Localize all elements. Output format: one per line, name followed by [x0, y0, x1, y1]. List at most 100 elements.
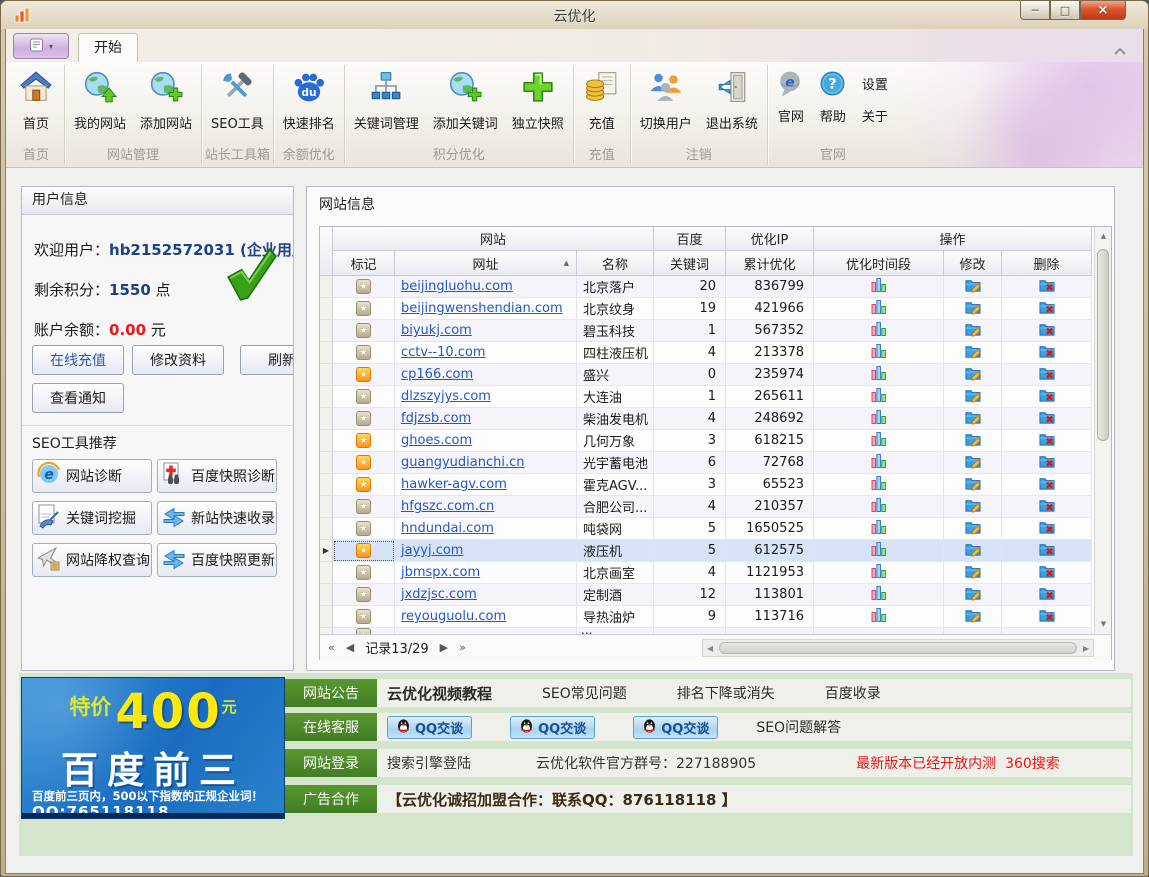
- mark-cell[interactable]: ★: [333, 606, 395, 628]
- edit-button[interactable]: [944, 276, 1002, 298]
- mark-cell[interactable]: ★: [333, 342, 395, 364]
- delete-button[interactable]: [1002, 386, 1092, 408]
- view-notice-button[interactable]: 查看通知: [32, 383, 124, 413]
- qq-chat-button-2[interactable]: QQ交谈: [510, 716, 595, 739]
- mark-cell[interactable]: ★: [333, 276, 395, 298]
- ribbon-button-switch-user[interactable]: 切换用户: [633, 65, 699, 134]
- site-link[interactable]: hawker-agv.com: [395, 477, 507, 492]
- edit-button[interactable]: [944, 320, 1002, 342]
- group-header-site[interactable]: 网站: [333, 227, 654, 251]
- mark-cell[interactable]: ★: [333, 540, 395, 562]
- edit-button[interactable]: [944, 540, 1002, 562]
- minimize-button[interactable]: ─: [1020, 1, 1050, 20]
- column-header-edit[interactable]: 修改: [944, 251, 1002, 276]
- delete-button[interactable]: [1002, 320, 1092, 342]
- column-header-period[interactable]: 优化时间段: [814, 251, 944, 276]
- edit-button[interactable]: [944, 386, 1002, 408]
- delete-button[interactable]: [1002, 474, 1092, 496]
- edit-button[interactable]: [944, 606, 1002, 628]
- ribbon-button-home[interactable]: 首页: [10, 65, 62, 134]
- ad-banner[interactable]: 特价400元 百度前三 百度前三页内，500以下指数的正规企业词！ QQ:765…: [21, 677, 285, 819]
- mark-cell[interactable]: ★: [333, 452, 395, 474]
- mark-cell[interactable]: ★: [333, 584, 395, 606]
- delete-button[interactable]: [1002, 276, 1092, 298]
- pager-prev-button[interactable]: ◀: [346, 641, 354, 654]
- ribbon-button-recharge[interactable]: 充值: [576, 65, 628, 134]
- delete-button[interactable]: [1002, 562, 1092, 584]
- period-stats-button[interactable]: [814, 474, 944, 496]
- period-stats-button[interactable]: [814, 408, 944, 430]
- period-stats-button[interactable]: [814, 276, 944, 298]
- qq-chat-button-3[interactable]: QQ交谈: [633, 716, 718, 739]
- delete-button[interactable]: [1002, 584, 1092, 606]
- edit-button[interactable]: [944, 474, 1002, 496]
- app-menu-button[interactable]: ▾: [13, 33, 69, 59]
- site-link[interactable]: jbmspx.com: [395, 565, 480, 580]
- column-header-keywords[interactable]: 关键词: [654, 251, 726, 276]
- edit-button[interactable]: [944, 298, 1002, 320]
- close-button[interactable]: ×: [1080, 1, 1126, 20]
- tool-button-ie[interactable]: e网站诊断: [32, 459, 152, 493]
- period-stats-button[interactable]: [814, 584, 944, 606]
- period-stats-button[interactable]: [814, 452, 944, 474]
- site-link[interactable]: cp166.com: [395, 367, 473, 382]
- ribbon-button-help[interactable]: ?帮助: [812, 65, 854, 127]
- period-stats-button[interactable]: [814, 364, 944, 386]
- ribbon-button-official-site[interactable]: e官网: [770, 65, 812, 127]
- site-link[interactable]: guangyudianchi.cn: [395, 455, 524, 470]
- ribbon-small-button-1[interactable]: 设置: [862, 74, 888, 93]
- delete-button[interactable]: [1002, 518, 1092, 540]
- period-stats-button[interactable]: [814, 342, 944, 364]
- site-link[interactable]: biyukj.com: [395, 323, 472, 338]
- delete-button[interactable]: [1002, 606, 1092, 628]
- announcement-link-4[interactable]: 百度收录: [825, 683, 881, 703]
- site-link[interactable]: dlzszyjys.com: [395, 389, 491, 404]
- hscroll-right-icon[interactable]: ▶: [1079, 644, 1093, 653]
- mark-cell[interactable]: ★: [333, 386, 395, 408]
- column-header-mark[interactable]: 标记: [333, 251, 395, 276]
- pager-last-button[interactable]: »: [459, 641, 466, 654]
- hscroll-left-icon[interactable]: ◀: [703, 644, 717, 653]
- site-link[interactable]: hndundai.com: [395, 521, 494, 536]
- edit-button[interactable]: [944, 584, 1002, 606]
- delete-button[interactable]: [1002, 496, 1092, 518]
- period-stats-button[interactable]: [814, 606, 944, 628]
- period-stats-button[interactable]: [814, 518, 944, 540]
- ribbon-button-keyword-manage[interactable]: 关键词管理: [347, 65, 426, 134]
- ribbon-button-seo-tools[interactable]: SEO工具: [204, 65, 271, 134]
- refresh-button[interactable]: 刷新: [240, 345, 294, 375]
- delete-button[interactable]: [1002, 408, 1092, 430]
- vertical-scrollbar[interactable]: ▲ ▼: [1094, 227, 1111, 634]
- edit-button[interactable]: [944, 408, 1002, 430]
- scroll-down-icon[interactable]: ▼: [1095, 617, 1112, 632]
- period-stats-button[interactable]: [814, 496, 944, 518]
- edit-button[interactable]: [944, 496, 1002, 518]
- site-link[interactable]: ghoes.com: [395, 433, 472, 448]
- site-link[interactable]: hfgszc.com.cn: [395, 499, 494, 514]
- tool-button-snapshot-diagnose[interactable]: 百度快照诊断: [157, 459, 277, 493]
- site-link[interactable]: jxdzjsc.com: [395, 587, 477, 602]
- mark-cell[interactable]: ★: [333, 408, 395, 430]
- column-header-name[interactable]: 名称: [577, 251, 654, 276]
- tool-button-snapshot-update[interactable]: 百度快照更新: [157, 543, 277, 577]
- group-header-ip[interactable]: 优化IP: [726, 227, 814, 251]
- mark-cell[interactable]: ★: [333, 364, 395, 386]
- hscrollbar-thumb[interactable]: [719, 642, 1077, 654]
- ribbon-button-add-site[interactable]: 添加网站: [133, 65, 199, 134]
- mark-cell[interactable]: ★: [333, 518, 395, 540]
- site-login-item-1[interactable]: 搜索引擎登陆: [387, 753, 471, 773]
- site-link[interactable]: beijingwenshendian.com: [395, 301, 563, 316]
- tool-button-keyword-dig[interactable]: 关键词挖掘: [32, 501, 152, 535]
- site-login-item-2[interactable]: 云优化软件官方群号：227188905: [536, 753, 756, 773]
- pager-next-button[interactable]: ▶: [440, 641, 448, 654]
- scroll-up-icon[interactable]: ▲: [1095, 229, 1112, 244]
- delete-button[interactable]: [1002, 342, 1092, 364]
- group-header-baidu[interactable]: 百度: [654, 227, 726, 251]
- mark-cell[interactable]: ★: [333, 430, 395, 452]
- edit-button[interactable]: [944, 430, 1002, 452]
- scrollbar-thumb[interactable]: [1097, 249, 1109, 441]
- delete-button[interactable]: [1002, 298, 1092, 320]
- edit-button[interactable]: [944, 452, 1002, 474]
- period-stats-button[interactable]: [814, 298, 944, 320]
- seo-answer-text[interactable]: SEO问题解答: [756, 717, 841, 737]
